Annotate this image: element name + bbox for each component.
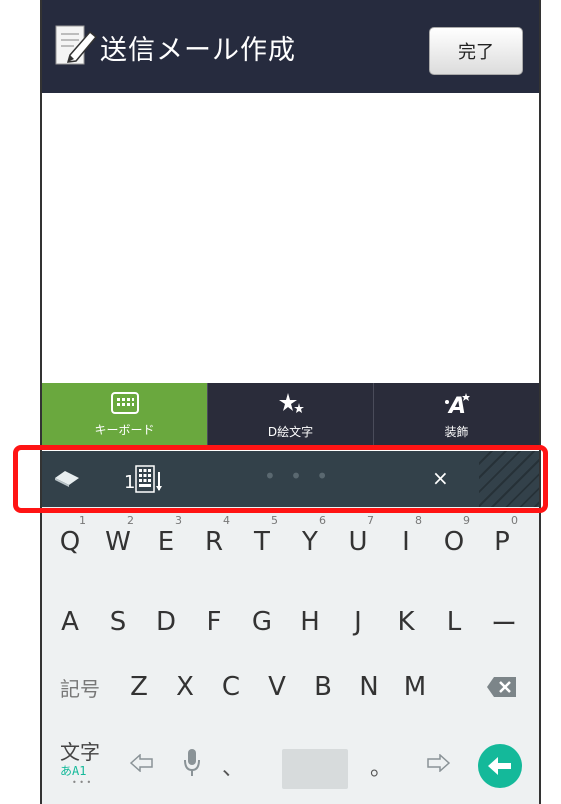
cursor-right-icon[interactable] — [426, 754, 450, 772]
key-space[interactable] — [282, 749, 348, 789]
key-q[interactable]: 1Q — [46, 512, 94, 572]
input-tool-tabs: キーボード D絵文字 A 装飾 — [42, 383, 539, 447]
microphone-icon[interactable] — [182, 748, 202, 778]
keyboard-row-1: 1Q 2W 3E 4R 5T 6Y 7U 8I 9O 0P — [42, 512, 539, 572]
key-b[interactable]: B — [300, 657, 346, 717]
key-v[interactable]: V — [254, 657, 300, 717]
key-h[interactable]: H — [286, 592, 334, 652]
app-header: 送信メール作成 完了 — [42, 0, 539, 93]
key-z[interactable]: Z — [116, 657, 162, 717]
cursor-left-icon[interactable] — [130, 754, 154, 772]
key-y[interactable]: 6Y — [286, 512, 334, 572]
phone-screen: 送信メール作成 完了 キーボード D絵文字 A 装飾 1 • • • × 1 Q… — [40, 0, 541, 804]
backspace-icon — [487, 677, 516, 697]
key-s[interactable]: S — [94, 592, 142, 652]
enter-button[interactable] — [478, 744, 522, 788]
tab-decoration-label: 装飾 — [444, 425, 469, 439]
svg-text:A: A — [447, 394, 466, 417]
highlight-annotation-box — [13, 445, 548, 513]
key-n[interactable]: N — [346, 657, 392, 717]
mode-dots-indicator: • • • — [72, 778, 92, 787]
sparkle-emoji-icon — [278, 393, 304, 413]
key-backspace[interactable] — [472, 657, 532, 717]
tab-decoration[interactable]: A 装飾 — [374, 383, 539, 447]
key-long-vowel[interactable]: ー — [478, 592, 530, 652]
key-g[interactable]: G — [238, 592, 286, 652]
done-button[interactable]: 完了 — [429, 27, 523, 75]
key-input-mode[interactable]: 文字 あA1 • • • — [50, 732, 106, 796]
tab-d-emoji-label: D絵文字 — [267, 425, 314, 439]
key-x[interactable]: X — [162, 657, 208, 717]
key-m[interactable]: M — [392, 657, 438, 717]
key-k[interactable]: K — [382, 592, 430, 652]
key-t[interactable]: 5T — [238, 512, 286, 572]
input-mode-sub: あA1 — [60, 764, 87, 778]
tab-keyboard[interactable]: キーボード — [42, 383, 208, 447]
key-a[interactable]: A — [46, 592, 94, 652]
key-o[interactable]: 9O — [430, 512, 478, 572]
key-period[interactable]: 。 — [370, 750, 392, 782]
key-u[interactable]: 7U — [334, 512, 382, 572]
key-i[interactable]: 8I — [382, 512, 430, 572]
message-body-input[interactable] — [42, 93, 539, 383]
key-f[interactable]: F — [190, 592, 238, 652]
key-comma[interactable]: 、 — [222, 750, 244, 782]
page-title: 送信メール作成 — [100, 35, 296, 66]
key-j[interactable]: J — [334, 592, 382, 652]
key-symbols[interactable]: 記号 — [50, 657, 110, 717]
input-mode-label: 文字 — [60, 740, 100, 764]
enter-arrow-icon — [488, 757, 511, 775]
key-e[interactable]: 3E — [142, 512, 190, 572]
key-r[interactable]: 4R — [190, 512, 238, 572]
keyboard-row-3: 記号 Z X C V B N M — [42, 657, 539, 717]
compose-mail-icon — [55, 25, 98, 65]
key-d[interactable]: D — [142, 592, 190, 652]
decoration-icon: A — [444, 393, 470, 417]
key-c[interactable]: C — [208, 657, 254, 717]
tab-keyboard-label: キーボード — [94, 423, 155, 437]
keyboard-row-4: 文字 あA1 • • • 、 。 — [42, 732, 539, 792]
key-l[interactable]: L — [430, 592, 478, 652]
key-w[interactable]: 2W — [94, 512, 142, 572]
keyboard-row-2: A S D F G H J K L ー — [42, 592, 539, 652]
software-keyboard: 1Q 2W 3E 4R 5T 6Y 7U 8I 9O 0P A S D F G … — [42, 507, 539, 804]
key-p[interactable]: 0P — [478, 512, 526, 572]
keyboard-icon — [110, 392, 139, 414]
tab-d-emoji[interactable]: D絵文字 — [208, 383, 374, 447]
